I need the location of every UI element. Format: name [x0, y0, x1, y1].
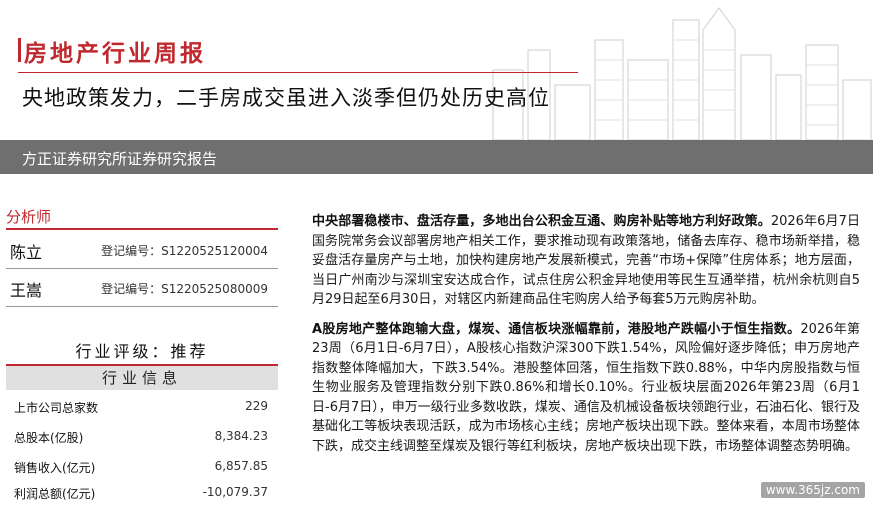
paragraph-headline: A股房地产整体跑输大盘，煤炭、通信板块涨幅靠前，港股地产跌幅小于恒生指数。: [312, 321, 801, 337]
row-divider: [6, 306, 278, 307]
row-divider: [6, 268, 278, 269]
watermark: www.365jz.com: [760, 482, 865, 498]
analyst-row: 陈立 登记编号：S1220525120004: [6, 236, 278, 266]
analyst-name: 王嵩: [10, 281, 43, 300]
info-row: 上市公司总家数 229: [6, 394, 278, 420]
industry-info-header: 行业信息: [6, 366, 278, 390]
info-value: -10,079.37: [202, 485, 268, 499]
analyst-row: 王嵩 登记编号：S1220525080009: [6, 274, 278, 304]
report-type: 房地产行业周报: [24, 41, 206, 67]
report-body: 中央部署稳楼市、盘活存量，多地出台公积金互通、购房补贴等地方利好政策。 2026年…: [312, 212, 860, 466]
analyst-name: 陈立: [10, 243, 43, 262]
industry-rating: 行业评级：推荐: [75, 342, 209, 361]
summary-paragraph: 中央部署稳楼市、盘活存量，多地出台公积金互通、购房补贴等地方利好政策。2026年…: [312, 212, 860, 310]
analyst-section-title: 分析师: [6, 208, 52, 226]
paragraph-text: 2026年第23周（6月1日-6月7日），A股核心指数沪深300下跌1.54%，…: [312, 321, 861, 454]
analyst-registration: 登记编号：S1220525120004: [101, 244, 268, 258]
report-header: 房地产行业周报 央地政策发力，二手房成交虽进入淡季但仍处历史高位: [0, 0, 873, 140]
info-label: 销售收入(亿元): [14, 461, 96, 475]
analyst-divider: [6, 228, 278, 230]
summary-paragraph: A股房地产整体跑输大盘，煤炭、通信板块涨幅靠前，港股地产跌幅小于恒生指数。202…: [312, 320, 860, 457]
info-value: 6,857.85: [214, 459, 268, 473]
info-label: 总股本(亿股): [14, 431, 84, 445]
institution-band: 方正证券研究所证券研究报告: [0, 140, 873, 174]
info-label: 上市公司总家数: [14, 401, 99, 415]
info-value: 229: [245, 399, 268, 413]
institution-name: 方正证券研究所证券研究报告: [22, 150, 218, 168]
paragraph-headline: 中央部署稳楼市、盘活存量，多地出台公积金互通、购房补贴等地方利好政策。: [312, 214, 771, 229]
info-label: 利润总额(亿元): [14, 487, 96, 501]
title-accent-bar: [18, 38, 21, 62]
report-title: 央地政策发力，二手房成交虽进入淡季但仍处历史高位: [22, 86, 550, 110]
analyst-registration: 登记编号：S1220525080009: [101, 282, 268, 296]
info-row: 总股本(亿股) 8,384.23: [6, 424, 278, 450]
info-value: 8,384.23: [214, 429, 268, 443]
info-row: 销售收入(亿元) 6,857.85: [6, 454, 278, 480]
city-skyline-image: [492, 7, 872, 140]
info-row: 利润总额(亿元) -10,079.37: [6, 480, 278, 506]
title-divider: [18, 72, 578, 73]
